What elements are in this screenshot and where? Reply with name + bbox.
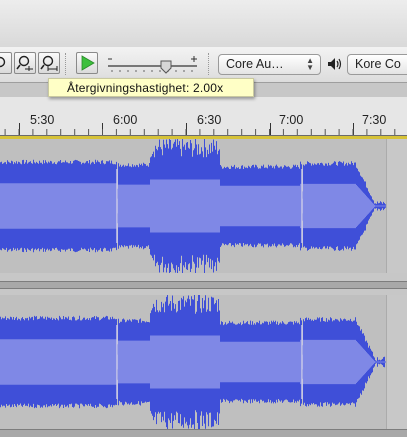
waveform-right-channel[interactable]: [0, 295, 386, 429]
combo-arrows-icon: ▲ ▼: [306, 56, 314, 72]
track-end-area: [386, 295, 407, 429]
toolbar-separator: [208, 53, 211, 75]
tooltip: Återgivningshastighet: 2.00x: [48, 78, 254, 97]
track-end-area: [386, 139, 407, 273]
audio-host-combo[interactable]: Core Au… ▲ ▼: [218, 54, 321, 75]
play-at-speed-icon[interactable]: [76, 52, 98, 74]
output-device-value: Kore Co: [355, 57, 401, 71]
zoom-fit-icon[interactable]: [38, 52, 60, 74]
audio-host-value: Core Au…: [226, 57, 284, 71]
waveform-left-channel[interactable]: [0, 139, 386, 273]
speaker-icon: [327, 57, 343, 71]
tooltip-text: Återgivningshastighet: 2.00x: [67, 81, 224, 95]
toolbar-separator: [65, 53, 68, 75]
zoom-out-icon[interactable]: [0, 52, 12, 74]
timeline-ruler[interactable]: 5:30 6:00 6:30 7:00 7:30: [0, 97, 407, 136]
ruler-minor-ticks: [4, 129, 396, 135]
track-bottom-border: [0, 429, 407, 437]
waveform-left: [0, 139, 386, 273]
speed-slider[interactable]: [104, 55, 200, 77]
waveform-right: [0, 295, 386, 429]
output-device-combo[interactable]: Kore Co: [347, 54, 407, 75]
top-toolbar-strip: [0, 0, 407, 48]
zoom-in-icon[interactable]: [14, 52, 36, 74]
track-divider[interactable]: [0, 281, 407, 289]
